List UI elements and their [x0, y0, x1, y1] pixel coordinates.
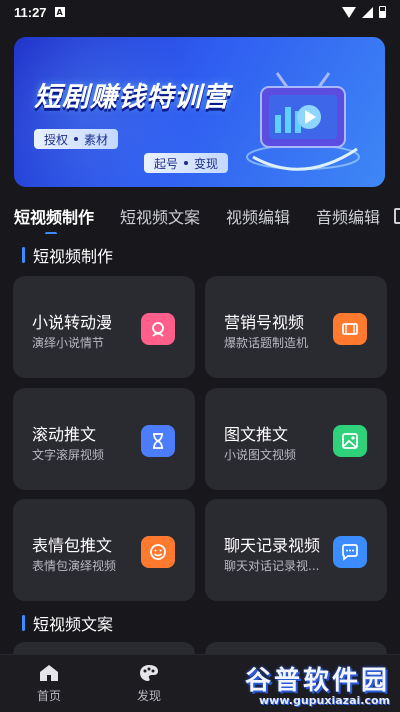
status-bar: 11:27 A: [0, 0, 400, 24]
card-subtitle: 表情包演绎视频: [32, 559, 117, 573]
hourglass-icon: [141, 425, 175, 457]
video-film-icon: [333, 313, 367, 345]
anime-face-icon: [141, 313, 175, 345]
section-accent-bar: [22, 247, 25, 263]
dot-icon: [74, 137, 79, 141]
tab-video-editing[interactable]: 视频编辑: [212, 204, 302, 234]
watermark-url: www.gupuxiazai.com: [259, 694, 390, 707]
feature-card-marketing-video[interactable]: 营销号视频 爆款话题制造机: [205, 276, 387, 378]
nav-item-discover[interactable]: 发现: [119, 663, 179, 704]
promo-banner[interactable]: 短剧赚钱特训营 授权 素材 起号 变现: [14, 37, 385, 187]
feature-card-novel-to-anime[interactable]: 小说转动漫 演绎小说情节: [13, 276, 195, 378]
card-title: 表情包推文: [32, 536, 113, 555]
card-title: 滚动推文: [32, 425, 97, 444]
card-subtitle: 文字滚屏视频: [32, 448, 105, 462]
card-subtitle: 聊天对话记录视...: [224, 559, 320, 573]
wifi-icon: [342, 6, 356, 18]
card-subtitle: 小说图文视频: [224, 448, 297, 462]
card-subtitle: 爆款话题制造机: [224, 336, 309, 350]
banner-tag: 起号: [154, 156, 179, 171]
nav-label: 首页: [36, 689, 61, 703]
section-header: 短视频制作: [22, 243, 113, 267]
section-title: 短视频文案: [33, 615, 114, 634]
tab-audio-editing[interactable]: 音频编辑: [302, 204, 392, 234]
banner-title: 短剧赚钱特训营: [34, 82, 230, 113]
banner-tag-pill-2: 起号 变现: [144, 153, 229, 173]
feature-card-chat-record[interactable]: 聊天记录视频 聊天对话记录视...: [205, 499, 387, 601]
watermark-text: 谷普软件园: [244, 666, 390, 696]
section-header: 短视频文案: [22, 611, 113, 635]
nav-label: 发现: [136, 689, 161, 703]
banner-tag: 素材: [84, 132, 109, 147]
battery-icon: [379, 6, 386, 18]
nav-item-home[interactable]: 首页: [19, 663, 79, 704]
banner-tag: 变现: [194, 156, 219, 171]
card-subtitle: 演绎小说情节: [32, 336, 105, 350]
smile-face-icon: [141, 536, 175, 568]
dot-icon: [184, 161, 189, 165]
image-icon: [333, 425, 367, 457]
section-title: 短视频制作: [33, 247, 114, 266]
feature-card-meme-text[interactable]: 表情包推文 表情包演绎视频: [13, 499, 195, 601]
feature-card-scroll-text[interactable]: 滚动推文 文字滚屏视频: [13, 388, 195, 490]
status-time: 11:27: [14, 4, 47, 20]
banner-tags: 授权 素材 起号 变现: [34, 129, 229, 173]
tab-short-video-production[interactable]: 短视频制作: [0, 204, 106, 234]
banner-tag: 授权: [44, 132, 69, 147]
card-title: 图文推文: [224, 425, 289, 444]
card-title: 营销号视频: [224, 313, 305, 332]
home-icon: [40, 665, 58, 681]
palette-icon: [140, 665, 158, 681]
watermark: 谷普软件园 www.gupuxiazai.com: [220, 660, 390, 707]
section-accent-bar: [22, 615, 25, 631]
category-tabs: 短视频制作 短视频文案 视频编辑 音频编辑: [0, 204, 400, 234]
banner-tag-pill-1: 授权 素材: [34, 129, 119, 149]
signal-icon: [362, 6, 373, 18]
notification-a-icon: A: [54, 7, 65, 17]
tab-overflow-icon[interactable]: [394, 208, 400, 224]
card-title: 小说转动漫: [32, 313, 113, 332]
chat-bubble-icon: [333, 536, 367, 568]
card-title: 聊天记录视频: [224, 536, 321, 555]
feature-card-image-text[interactable]: 图文推文 小说图文视频: [205, 388, 387, 490]
tab-short-video-copywriting[interactable]: 短视频文案: [106, 204, 212, 234]
tv-play-illustration-icon: [246, 72, 360, 171]
